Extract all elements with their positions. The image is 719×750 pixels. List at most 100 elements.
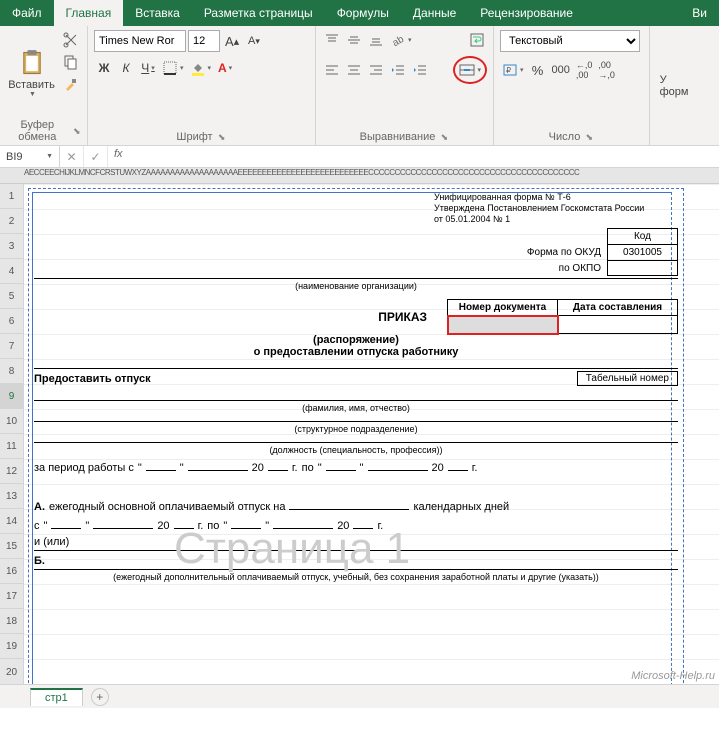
order-title: ПРИКАЗ bbox=[34, 310, 439, 324]
grow-font-button[interactable]: A▴ bbox=[222, 31, 242, 51]
formula-input[interactable] bbox=[129, 146, 719, 167]
bold-button[interactable]: Ж bbox=[94, 58, 114, 78]
orientation-button[interactable]: ab▾ bbox=[388, 30, 414, 50]
align-bottom-button[interactable] bbox=[366, 30, 386, 50]
document-form: Унифицированная форма № Т-6 Утверждена П… bbox=[34, 192, 678, 582]
tab-insert[interactable]: Вставка bbox=[123, 0, 192, 26]
name-box[interactable]: BI9▼ bbox=[0, 146, 60, 167]
row-header-13[interactable]: 13 bbox=[0, 484, 24, 509]
cond-format-stub[interactable]: У форм bbox=[652, 30, 696, 141]
active-cell[interactable] bbox=[448, 316, 558, 334]
merge-center-button[interactable]: ▾ bbox=[457, 60, 483, 80]
increase-decimal-button[interactable]: ←,0,00 bbox=[574, 58, 595, 82]
fill-color-button[interactable]: ▾ bbox=[188, 58, 214, 78]
sheet-tabs: стр1 + bbox=[0, 684, 719, 708]
column-headers[interactable]: AECCEECHIJKLMNCFCRSTUWXYZAAAAAAAAAAAAAAA… bbox=[0, 168, 719, 184]
cancel-formula-button[interactable]: ✕ bbox=[60, 146, 84, 167]
form-ref: Унифицированная форма № Т-6 bbox=[434, 192, 678, 203]
italic-button[interactable]: К bbox=[116, 58, 136, 78]
comma-button[interactable]: 000 bbox=[550, 60, 572, 80]
group-cut: У форм bbox=[650, 26, 690, 145]
tab-file[interactable]: Файл bbox=[0, 0, 54, 26]
decrease-decimal-button[interactable]: ,00→,0 bbox=[596, 58, 617, 82]
align-middle-button[interactable] bbox=[344, 30, 364, 50]
outdent-icon bbox=[390, 62, 406, 78]
row-header-5[interactable]: 5 bbox=[0, 284, 24, 309]
tab-formulas[interactable]: Формулы bbox=[325, 0, 401, 26]
percent-button[interactable]: % bbox=[528, 60, 548, 80]
align-left-button[interactable] bbox=[322, 60, 342, 80]
row-header-6[interactable]: 6 bbox=[0, 309, 24, 334]
row-header-15[interactable]: 15 bbox=[0, 534, 24, 559]
shrink-font-button[interactable]: A▾ bbox=[244, 31, 264, 51]
row-header-14[interactable]: 14 bbox=[0, 509, 24, 534]
row-header-19[interactable]: 19 bbox=[0, 634, 24, 659]
row-header-4[interactable]: 4 bbox=[0, 259, 24, 284]
align-center-button[interactable] bbox=[344, 60, 364, 80]
font-color-button[interactable]: А▾ bbox=[215, 58, 235, 78]
row-header-17[interactable]: 17 bbox=[0, 584, 24, 609]
dialog-launcher-icon[interactable]: ⬊ bbox=[73, 126, 81, 136]
align-center-icon bbox=[346, 62, 362, 78]
dialog-launcher-icon[interactable]: ⬊ bbox=[217, 132, 227, 142]
borders-button[interactable]: ▾ bbox=[160, 58, 186, 78]
underline-button[interactable]: Ч▾ bbox=[138, 58, 158, 78]
row-header-10[interactable]: 10 bbox=[0, 409, 24, 434]
chevron-down-icon: ▼ bbox=[46, 153, 53, 160]
group-number: Текстовый ₽▾ % 000 ←,0,00 ,00→,0 Число⬊ bbox=[494, 26, 650, 145]
row-header-20[interactable]: 20 bbox=[0, 659, 24, 687]
align-bottom-icon bbox=[368, 32, 384, 48]
increase-indent-button[interactable] bbox=[410, 60, 430, 80]
row-header-1[interactable]: 1 bbox=[0, 184, 24, 209]
row-header-11[interactable]: 11 bbox=[0, 434, 24, 459]
tab-review[interactable]: Рецензирование bbox=[468, 0, 585, 26]
ribbon-tabs: Файл Главная Вставка Разметка страницы Ф… bbox=[0, 0, 719, 26]
doc-number-table: Номер документаДата составления bbox=[447, 299, 678, 334]
paste-button[interactable]: Вставить ▼ bbox=[6, 30, 57, 117]
copy-icon bbox=[63, 54, 79, 70]
row-header-18[interactable]: 18 bbox=[0, 609, 24, 634]
enter-formula-button[interactable]: ✓ bbox=[84, 146, 108, 167]
align-middle-icon bbox=[346, 32, 362, 48]
row-header-7[interactable]: 7 bbox=[0, 334, 24, 359]
row-header-8[interactable]: 8 bbox=[0, 359, 24, 384]
bucket-icon bbox=[190, 60, 206, 76]
dialog-launcher-icon[interactable]: ⬊ bbox=[439, 132, 449, 142]
cut-button[interactable] bbox=[61, 30, 81, 50]
align-top-button[interactable] bbox=[322, 30, 342, 50]
font-size-select[interactable] bbox=[188, 30, 220, 52]
form-approval: Утверждена Постановлением Госкомстата Ро… bbox=[434, 203, 678, 214]
add-sheet-button[interactable]: + bbox=[91, 688, 109, 706]
tab-data[interactable]: Данные bbox=[401, 0, 468, 26]
wrap-icon bbox=[469, 32, 485, 48]
copy-button[interactable] bbox=[61, 52, 81, 72]
row-header-2[interactable]: 2 bbox=[0, 209, 24, 234]
accounting-button[interactable]: ₽▾ bbox=[500, 60, 526, 80]
row-header-12[interactable]: 12 bbox=[0, 459, 24, 484]
grant-vacation-label: Предоставить отпуск bbox=[34, 373, 151, 385]
format-painter-button[interactable] bbox=[61, 74, 81, 94]
decrease-indent-button[interactable] bbox=[388, 60, 408, 80]
font-name-select[interactable] bbox=[94, 30, 186, 52]
row-header-9[interactable]: 9 bbox=[0, 384, 24, 409]
grid-area[interactable]: Унифицированная форма № Т-6 Утверждена П… bbox=[24, 184, 719, 708]
group-alignment: ab▾ ▾ Выравнивание⬊ bbox=[316, 26, 494, 145]
watermark-logo: Microsoft-Help.ru bbox=[631, 670, 715, 682]
tab-page-layout[interactable]: Разметка страницы bbox=[192, 0, 325, 26]
dialog-launcher-icon[interactable]: ⬊ bbox=[584, 132, 594, 142]
tab-home[interactable]: Главная bbox=[54, 0, 124, 26]
border-icon bbox=[162, 60, 178, 76]
paste-icon bbox=[18, 49, 46, 77]
svg-text:₽: ₽ bbox=[506, 66, 511, 75]
tab-view-cut[interactable]: Ви bbox=[680, 0, 719, 26]
row-header-16[interactable]: 16 bbox=[0, 559, 24, 584]
row-header-3[interactable]: 3 bbox=[0, 234, 24, 259]
sheet-tab-1[interactable]: стр1 bbox=[30, 688, 83, 706]
indent-icon bbox=[412, 62, 428, 78]
fx-icon[interactable]: fx bbox=[108, 146, 129, 167]
number-format-select[interactable]: Текстовый bbox=[500, 30, 640, 52]
align-right-button[interactable] bbox=[366, 60, 386, 80]
wrap-text-button[interactable] bbox=[467, 30, 487, 50]
chevron-down-icon: ▼ bbox=[29, 91, 36, 98]
brush-icon bbox=[63, 76, 79, 92]
